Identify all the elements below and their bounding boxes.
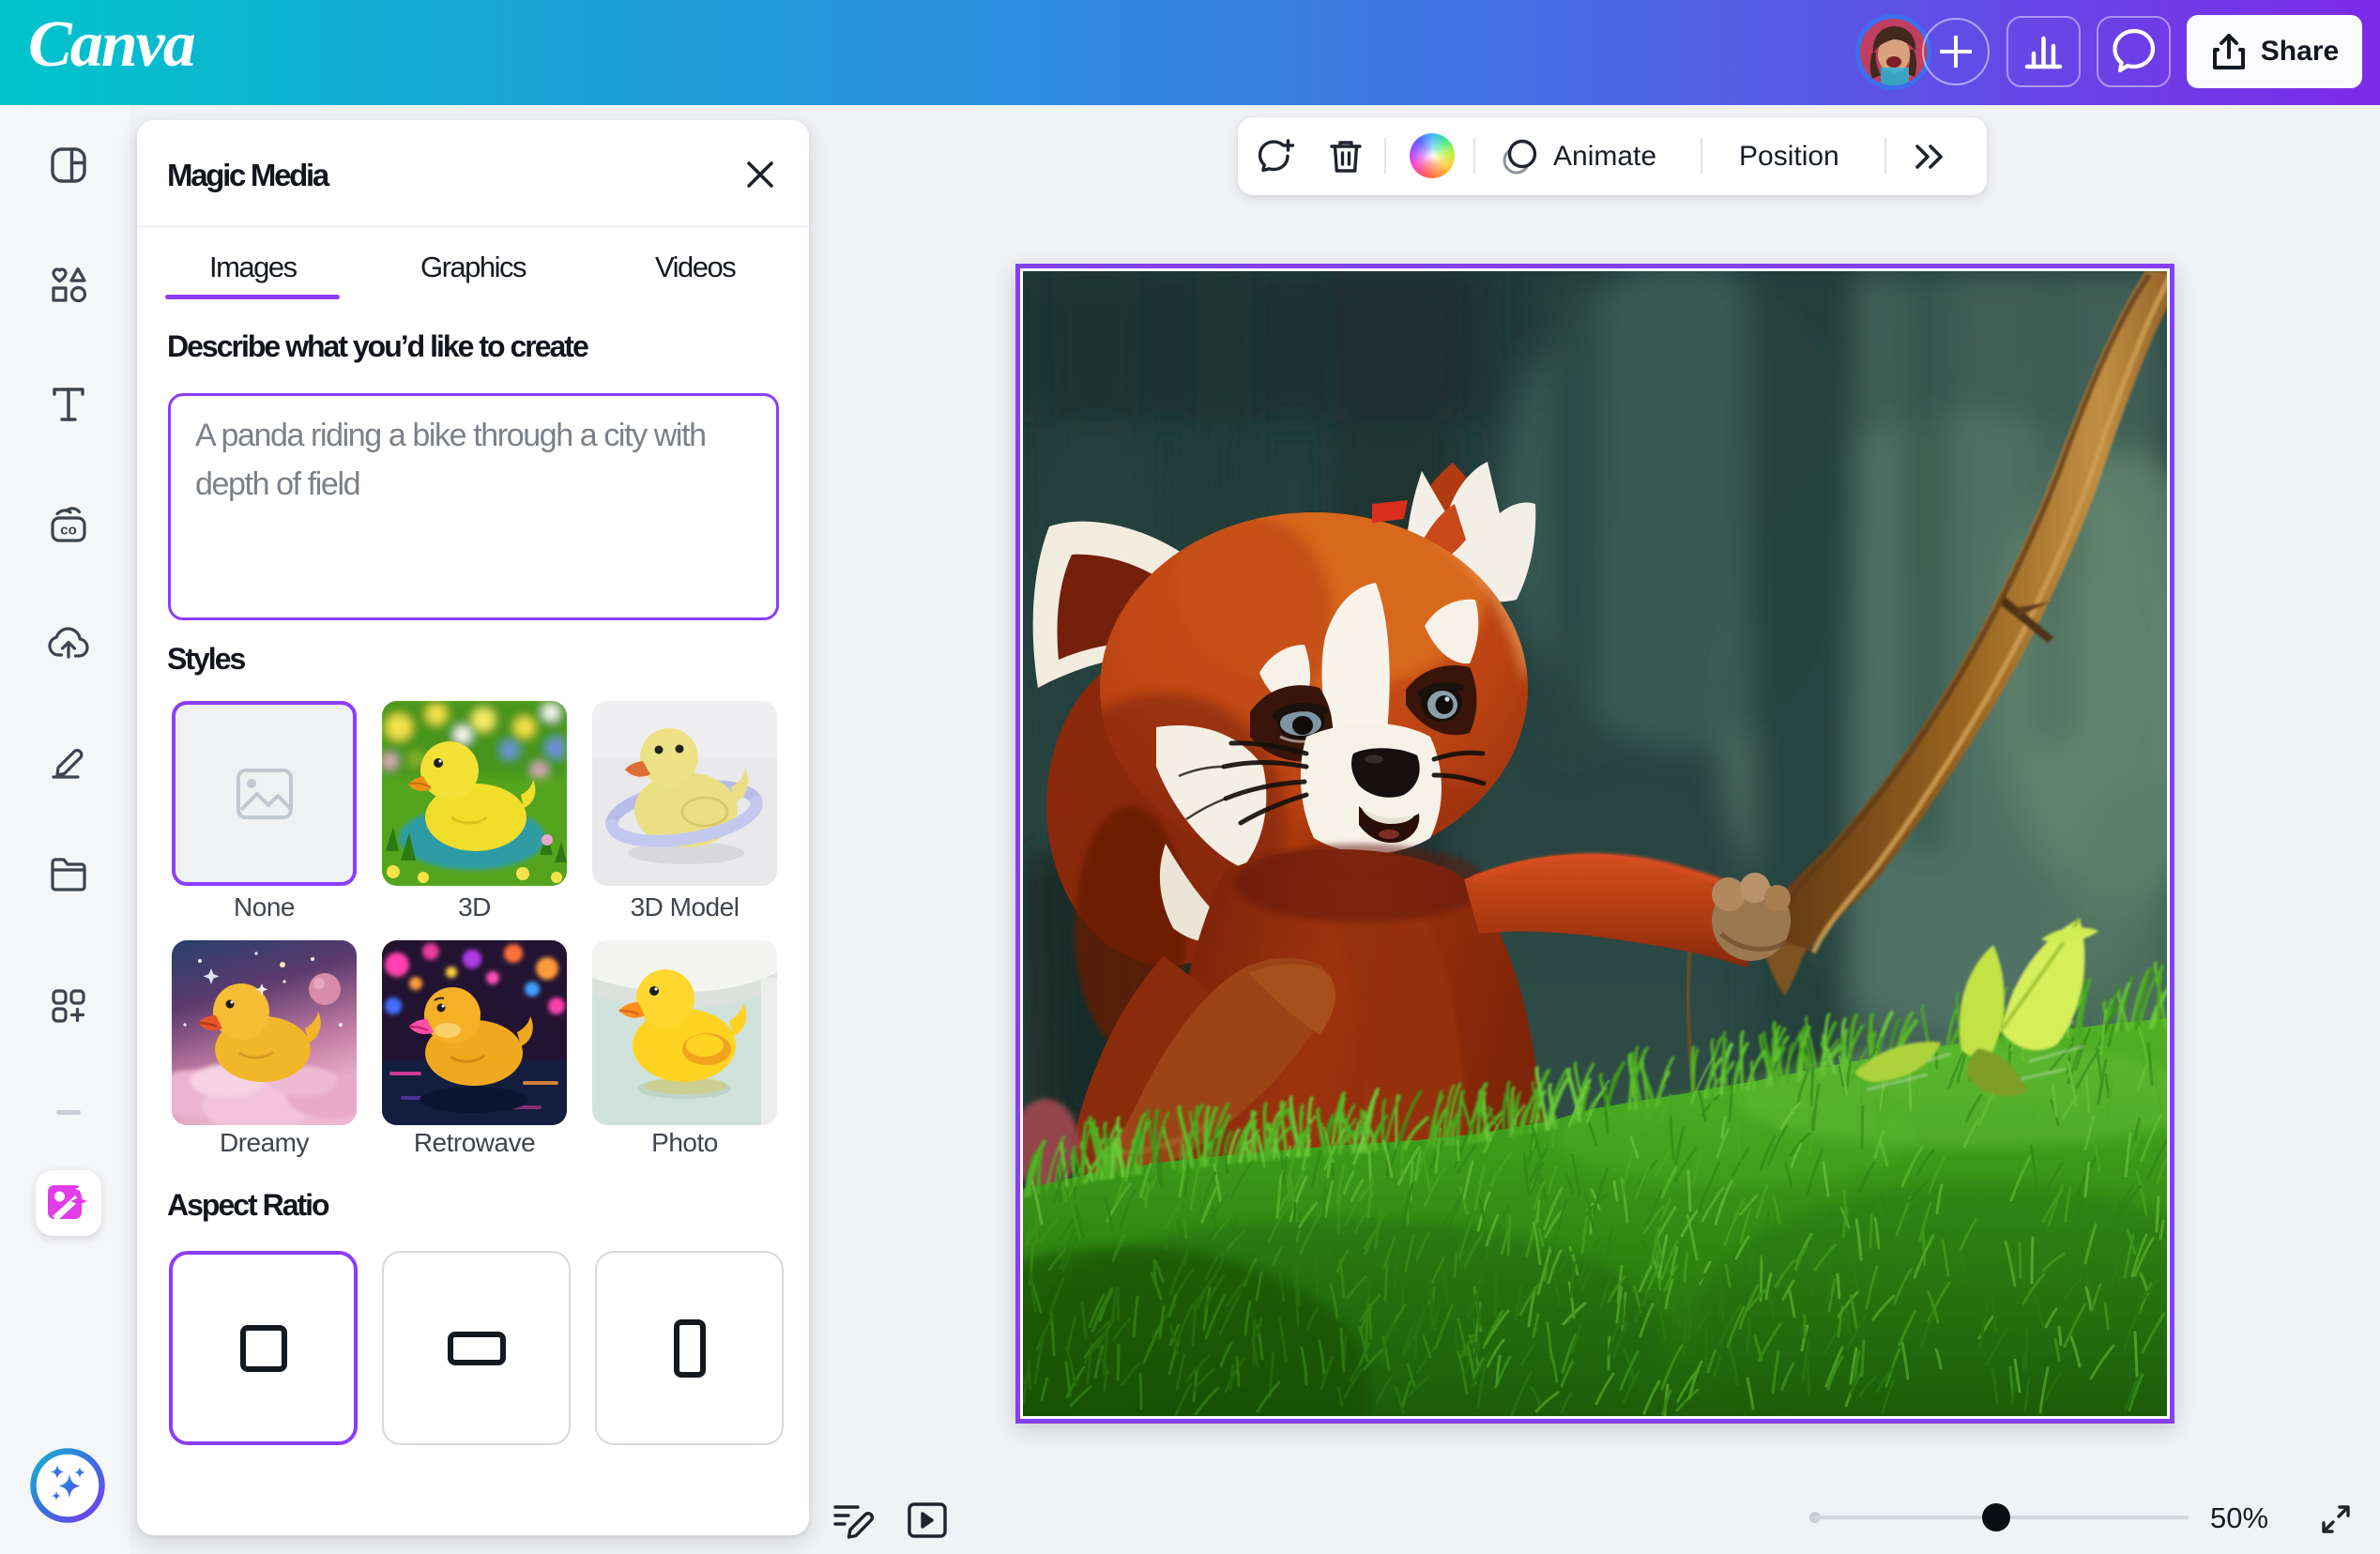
svg-text:co: co xyxy=(60,523,77,539)
